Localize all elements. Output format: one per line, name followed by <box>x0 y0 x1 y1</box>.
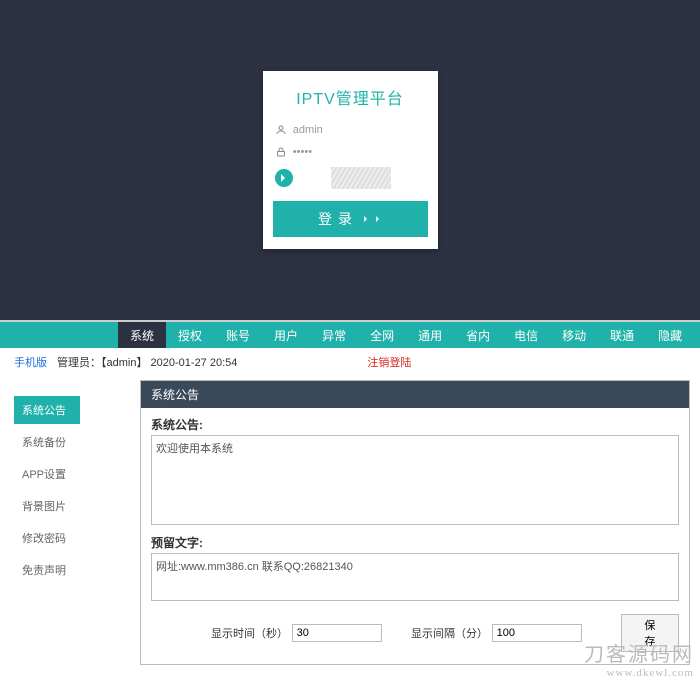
topnav-tab[interactable]: 用户 <box>262 322 310 348</box>
body-row: 系统公告系统备份 APP设置背景图片修改密码免责声明 系统公告 系统公告: 预留文… <box>0 376 700 675</box>
login-button-label: 登录 <box>318 209 358 229</box>
topnav-tab[interactable]: 通用 <box>406 322 454 348</box>
user-icon <box>275 123 287 137</box>
admin-label: 管理员：【admin】 <box>57 357 147 369</box>
mobile-link[interactable]: 手机版 <box>14 354 47 370</box>
reserve-label: 预留文字: <box>151 534 679 551</box>
sidebar-item[interactable]: 系统备份 <box>14 428 80 456</box>
topnav-tab[interactable]: 隐藏 <box>646 322 694 348</box>
save-button[interactable]: 保 存 <box>621 614 679 652</box>
notice-label: 系统公告: <box>151 416 679 433</box>
topnav-tab[interactable]: 全网 <box>358 322 406 348</box>
reserve-textarea[interactable] <box>151 553 679 601</box>
login-button[interactable]: 登录 <box>273 201 428 237</box>
login-panel: IPTV管理平台 登录 <box>263 71 438 249</box>
lock-icon <box>275 145 287 159</box>
timing-row: 显示时间（秒） 显示间隔（分） 保 存 <box>151 604 679 656</box>
topnav-tab[interactable]: 联通 <box>598 322 646 348</box>
content-area: 系统公告 系统公告: 预留文字: 显示时间（秒） 显示间隔（分） 保 存 <box>80 376 700 675</box>
notice-panel: 系统公告 系统公告: 预留文字: 显示时间（秒） 显示间隔（分） 保 存 <box>140 380 690 665</box>
duration-label: 显示时间（秒） <box>211 625 286 641</box>
topnav-tab[interactable]: 电信 <box>502 322 550 348</box>
info-bar: 手机版 管理员：【admin】 2020-01-27 20:54 注销登陆 <box>0 348 700 376</box>
panel-body: 系统公告: 预留文字: 显示时间（秒） 显示间隔（分） 保 存 <box>141 408 689 664</box>
sidebar-item[interactable]: 修改密码 <box>14 524 80 552</box>
topnav-tab[interactable]: 省内 <box>454 322 502 348</box>
login-title: IPTV管理平台 <box>263 79 438 119</box>
datetime-text: 2020-01-27 20:54 <box>151 357 238 369</box>
admin-info: 管理员：【admin】 2020-01-27 20:54 <box>57 354 237 370</box>
interval-label: 显示间隔（分） <box>411 625 486 641</box>
topnav-tab[interactable]: 异常 <box>310 322 358 348</box>
interval-input[interactable] <box>492 624 582 642</box>
duration-input[interactable] <box>292 624 382 642</box>
arrow-right-icon <box>376 216 382 222</box>
captcha-row <box>263 163 438 193</box>
topnav-tab[interactable]: 授权 <box>166 322 214 348</box>
arrow-right-icon <box>364 216 370 222</box>
sidebar-item[interactable]: 免责声明 <box>14 556 80 584</box>
username-row <box>263 119 438 141</box>
notice-textarea[interactable] <box>151 435 679 525</box>
admin-area: 系统授权账号用户异常全网通用省内电信移动联通隐藏 手机版 管理员：【admin】… <box>0 320 700 683</box>
username-input[interactable] <box>293 124 426 136</box>
captcha-input[interactable] <box>297 172 327 184</box>
panel-title: 系统公告 <box>141 381 689 408</box>
top-nav: 系统授权账号用户异常全网通用省内电信移动联通隐藏 <box>0 322 700 348</box>
captcha-image[interactable] <box>331 167 391 189</box>
logout-link[interactable]: 注销登陆 <box>367 354 411 370</box>
sidebar: 系统公告系统备份 APP设置背景图片修改密码免责声明 <box>0 376 80 588</box>
captcha-play-icon[interactable] <box>275 169 293 187</box>
sidebar-item[interactable]: 背景图片 <box>14 492 80 520</box>
sidebar-item[interactable]: APP设置 <box>14 460 80 488</box>
topnav-tab[interactable]: 移动 <box>550 322 598 348</box>
topnav-tab[interactable]: 系统 <box>118 322 166 348</box>
password-input[interactable] <box>293 146 426 158</box>
password-row <box>263 141 438 163</box>
login-backdrop: IPTV管理平台 登录 <box>0 0 700 320</box>
topnav-tab[interactable]: 账号 <box>214 322 262 348</box>
sidebar-item[interactable]: 系统公告 <box>14 396 80 424</box>
